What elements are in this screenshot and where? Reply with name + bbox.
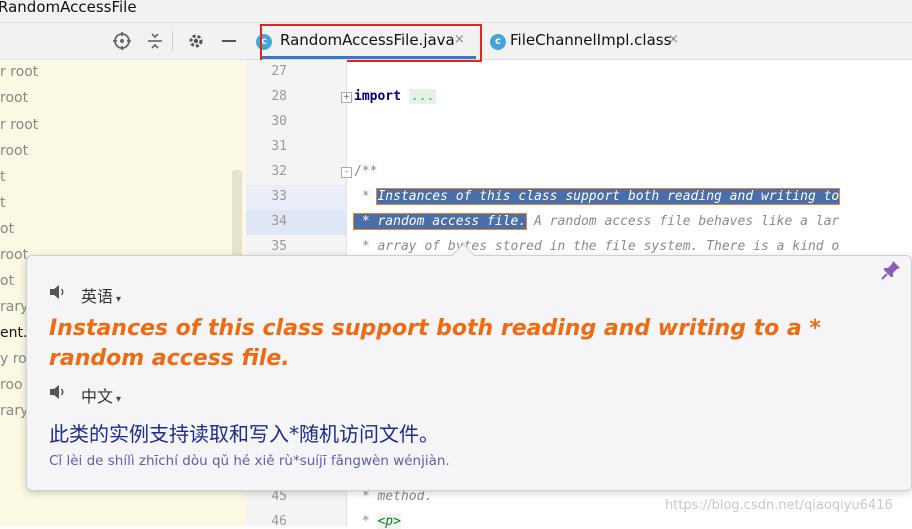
keyword-import: import	[354, 89, 401, 104]
code-line-doc-open: /**	[354, 164, 378, 179]
highlight-box	[260, 24, 482, 62]
watermark: https://blog.csdn.net/qiaoqiyu6416	[665, 498, 893, 513]
line-number: 32	[271, 164, 287, 179]
locate-icon[interactable]	[112, 31, 132, 51]
line-number: 34	[271, 214, 287, 229]
translated-text: 此类的实例支持读取和写入*随机访问文件。	[49, 422, 439, 446]
source-language-select[interactable]: 英语 ▾	[81, 283, 121, 307]
fold-toggle-icon[interactable]: -	[341, 167, 352, 178]
code-line-import: import ...	[354, 89, 437, 104]
chevron-down-icon: ▾	[116, 394, 122, 405]
line-number: 46	[271, 514, 287, 529]
fold-toggle-icon[interactable]: +	[341, 92, 352, 103]
tree-item[interactable]: r root	[0, 113, 38, 137]
doc-star: *	[354, 189, 378, 204]
tab-label: FileChannelImpl.class	[510, 31, 672, 49]
target-language-select[interactable]: 中文 ▾	[81, 383, 121, 407]
line-number: 31	[271, 139, 287, 154]
tree-item[interactable]: t	[0, 191, 6, 215]
tree-item[interactable]: rary	[0, 399, 28, 423]
speaker-icon[interactable]	[49, 384, 67, 400]
tree-item[interactable]: ot	[0, 217, 14, 241]
line-number: 45	[271, 489, 287, 504]
source-language-label: 英语	[81, 287, 114, 306]
pin-icon[interactable]	[879, 258, 903, 282]
doc-text: A random access file behaves like a lar	[526, 214, 840, 229]
collapse-all-icon[interactable]	[145, 31, 165, 51]
close-icon[interactable]: ×	[668, 32, 679, 47]
title-bar: RandomAccessFile	[0, 0, 912, 23]
folded-imports[interactable]: ...	[408, 89, 437, 104]
source-text: Instances of this class support both rea…	[49, 316, 821, 371]
target-language-label: 中文	[81, 387, 114, 406]
tree-item[interactable]: ot	[0, 269, 14, 293]
line-number: 27	[271, 64, 287, 79]
code-line-45: * method.	[354, 489, 433, 504]
selected-text[interactable]: Instances of this class support both rea…	[376, 188, 841, 205]
minimize-icon[interactable]	[219, 31, 239, 51]
chevron-down-icon: ▾	[116, 294, 122, 305]
doc-star: *	[354, 514, 378, 529]
selected-text[interactable]: * random access file.	[352, 213, 528, 230]
code-line-35: * array of bytes stored in the file syst…	[354, 239, 840, 254]
tree-item[interactable]: rary	[0, 295, 28, 319]
speaker-icon[interactable]	[49, 284, 67, 300]
code-line-46: * <p>	[354, 514, 401, 529]
project-toolbar	[0, 23, 246, 60]
tab-filechannelimpl[interactable]: c FileChannelImpl.class ×	[480, 23, 700, 59]
toolbar-divider	[172, 31, 173, 51]
code-line-33: * Instances of this class support both r…	[354, 188, 841, 205]
gear-icon[interactable]	[186, 31, 206, 51]
translation-popup: 英语 ▾ Instances of this class support both…	[26, 243, 912, 491]
pinyin-text: Cǐ lèi de shílì zhīchí dòu qǔ hé xiě rù*…	[49, 453, 450, 469]
tree-item[interactable]: roo	[0, 373, 23, 397]
tree-item[interactable]: r root	[0, 60, 38, 84]
line-number: 35	[271, 239, 287, 254]
tree-item[interactable]: root	[0, 139, 28, 163]
tree-item[interactable]: root	[0, 86, 28, 110]
line-number: 30	[271, 114, 287, 129]
line-number: 28	[271, 89, 287, 104]
window-title: RandomAccessFile	[0, 0, 137, 16]
class-icon: c	[490, 34, 506, 50]
tree-item[interactable]: root	[0, 243, 28, 267]
code-line-34: * random access file. A random access fi…	[352, 213, 840, 230]
tree-item[interactable]: t	[0, 165, 6, 189]
html-tag: <p>	[377, 514, 401, 529]
line-number: 33	[271, 189, 287, 204]
